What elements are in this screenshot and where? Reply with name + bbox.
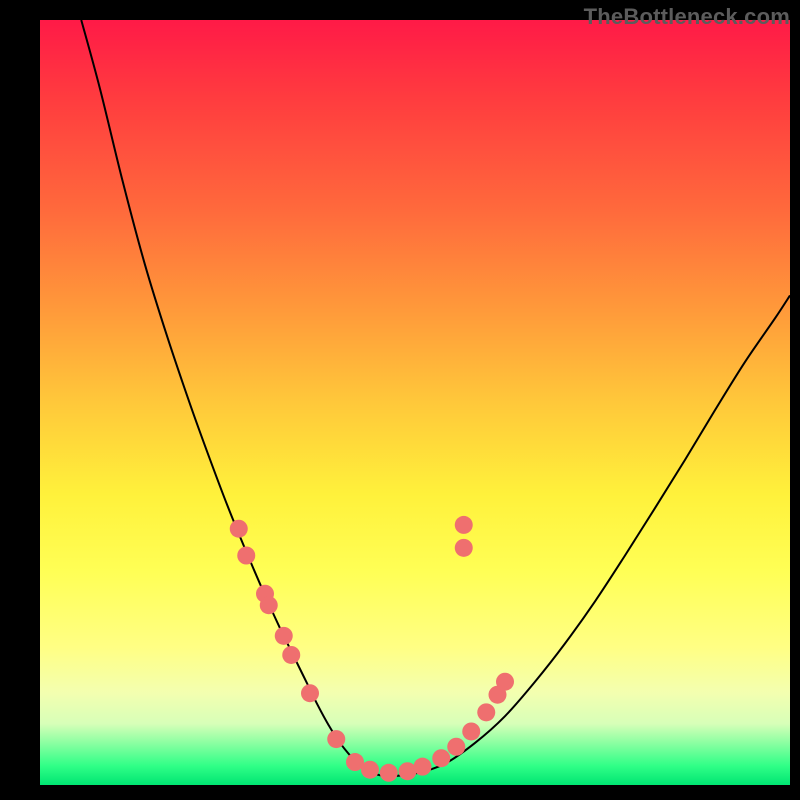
curve-marker [275, 627, 293, 645]
curve-marker [380, 764, 398, 782]
chart-frame: TheBottleneck.com [0, 0, 800, 800]
curve-marker [414, 758, 432, 776]
curve-marker [462, 722, 480, 740]
curve-marker [455, 516, 473, 534]
curve-marker [361, 761, 379, 779]
curve-marker [282, 646, 300, 664]
curve-markers [230, 516, 514, 782]
curve-marker [230, 520, 248, 538]
watermark-text: TheBottleneck.com [584, 4, 790, 30]
curve-marker [301, 684, 319, 702]
curve-marker [260, 596, 278, 614]
curve-line [81, 20, 790, 776]
curve-marker [496, 673, 514, 691]
plot-area [40, 20, 790, 785]
curve-marker [237, 547, 255, 565]
curve-marker [455, 539, 473, 557]
chart-svg [40, 20, 790, 785]
curve-marker [477, 703, 495, 721]
curve-marker [327, 730, 345, 748]
curve-marker [432, 749, 450, 767]
curve-marker [447, 738, 465, 756]
